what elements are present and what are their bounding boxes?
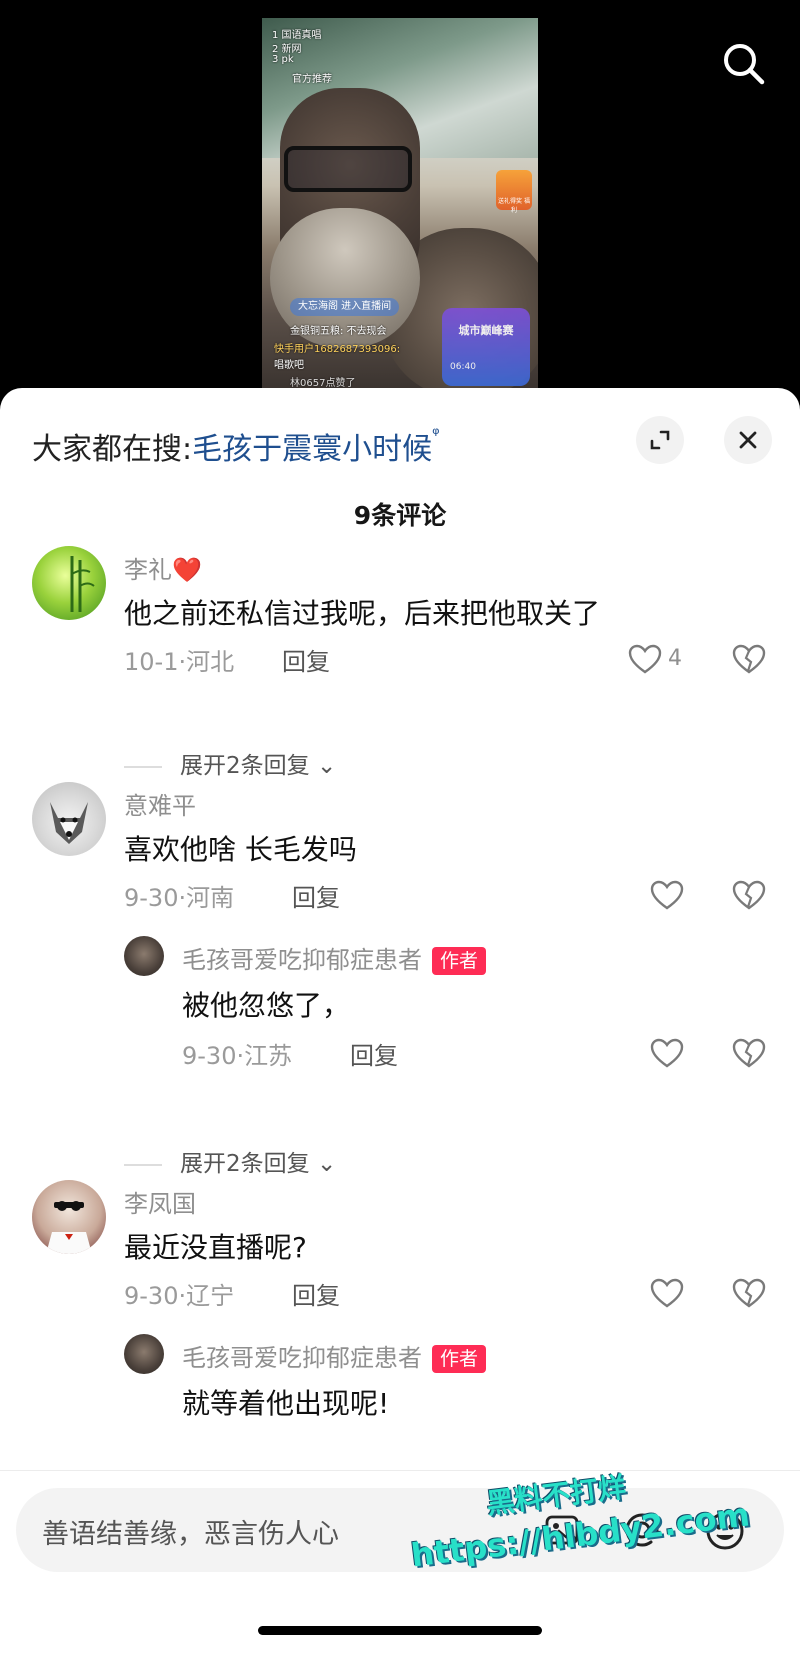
reply-avatar[interactable]: [124, 936, 164, 976]
avatar[interactable]: [32, 782, 106, 856]
divider-line: [124, 1163, 162, 1166]
avatar[interactable]: [32, 1180, 106, 1254]
author-badge: 作者: [432, 1345, 487, 1373]
chat-line-2-text: 唱歌吧: [274, 360, 304, 371]
live-video-thumbnail[interactable]: 1 国语真唱 2 新网 3 pk 官方推荐 送礼得奖 福利 大忘海阁 进入直播间…: [262, 18, 538, 390]
city-peak-time: 06:40: [450, 362, 476, 372]
overlay-line-2: 2 新网: [272, 44, 302, 55]
comment-date-location: 9-30·辽宁: [124, 1282, 235, 1310]
glasses: [284, 146, 412, 192]
search-suggestion[interactable]: 大家都在搜:毛孩于震寰小时候ᵠ: [32, 424, 440, 468]
like-count: 4: [668, 646, 682, 671]
reply-username[interactable]: 毛孩哥爱吃抑郁症患者 作者: [182, 940, 487, 975]
overlay-line-1: 1 国语真唱: [272, 30, 322, 41]
reply-date-location: 9-30·江苏: [182, 1042, 293, 1070]
reply-button[interactable]: 回复: [282, 642, 330, 677]
chat-line-1: 金银铜五粮: 不去现会: [290, 326, 387, 337]
top-bar: 大家都在搜:毛孩于震寰小时候ᵠ: [32, 416, 772, 467]
comment-count: 9条评论: [353, 501, 447, 530]
avatar[interactable]: [32, 546, 106, 620]
reply-button[interactable]: 回复: [292, 1276, 340, 1311]
reply-text: 就等着他出现呢!: [182, 1387, 390, 1420]
dislike-icon[interactable]: [732, 1038, 766, 1068]
reply-text: 被他忽悠了，: [182, 989, 351, 1022]
comment-username[interactable]: 意难平: [124, 786, 196, 821]
comment-sheet: 大家都在搜:毛孩于震寰小时候ᵠ 9条评论 李礼❤️ 他之前还私信过我呢，后来把他…: [0, 388, 800, 1654]
comment-text: 他之前还私信过我呢，后来把他取关了: [124, 597, 601, 630]
close-button[interactable]: [724, 416, 772, 464]
city-peak-badge: 城市巅峰赛 06:40: [442, 308, 530, 386]
author-badge: 作者: [432, 947, 487, 975]
enter-notice: 大忘海阁 进入直播间: [290, 298, 400, 316]
reply-button[interactable]: 回复: [292, 878, 340, 913]
chat-line-2-user: 快手用户1682687393096:: [274, 344, 401, 355]
expand-replies[interactable]: 展开2条回复 ⌄: [124, 746, 336, 780]
comment-username[interactable]: 李凤国: [124, 1184, 196, 1219]
overlay-line-3: 3 pk: [272, 54, 294, 65]
dislike-icon[interactable]: [732, 644, 766, 674]
gift-chest-badge: 送礼得奖 福利: [496, 170, 532, 214]
overlay-tag: 官方推荐: [292, 74, 332, 85]
reply-username-text: 毛孩哥爱吃抑郁症患者: [182, 946, 422, 974]
city-peak-label: 城市巅峰赛: [458, 324, 514, 337]
comment-date-location: 10-1·河北: [124, 648, 235, 676]
reply-username-text: 毛孩哥爱吃抑郁症患者: [182, 1344, 422, 1372]
home-indicator: [258, 1626, 542, 1635]
comment-username[interactable]: 李礼❤️: [124, 550, 202, 585]
search-small-icon: ᵠ: [432, 424, 440, 445]
video-area: 1 国语真唱 2 新网 3 pk 官方推荐 送礼得奖 福利 大忘海阁 进入直播间…: [0, 0, 800, 400]
like-icon[interactable]: [650, 1038, 684, 1068]
reply-avatar[interactable]: [124, 1334, 164, 1374]
comment-text: 最近没直播呢?: [124, 1231, 307, 1264]
reply-username[interactable]: 毛孩哥爱吃抑郁症患者 作者: [182, 1338, 487, 1373]
expand-replies-label: 展开2条回复: [180, 753, 310, 779]
divider-line: [124, 765, 162, 768]
chat-line-3: 林0657点赞了: [290, 378, 356, 389]
close-icon: [739, 431, 757, 449]
comment-text: 喜欢他啥 长毛发吗: [124, 833, 357, 866]
expand-button[interactable]: [636, 416, 684, 464]
expand-icon: [650, 430, 670, 450]
search-prefix: 大家都在搜:: [32, 432, 193, 467]
like-icon[interactable]: [628, 644, 662, 674]
comment-input-placeholder: 善语结善缘，恶言伤人心: [42, 1519, 339, 1550]
input-divider: [0, 1470, 800, 1471]
expand-replies[interactable]: 展开2条回复 ⌄: [124, 1144, 336, 1178]
comment-date-location: 9-30·河南: [124, 884, 235, 912]
reply-button[interactable]: 回复: [350, 1036, 398, 1071]
search-icon[interactable]: [716, 36, 772, 92]
dislike-icon[interactable]: [732, 1278, 766, 1308]
like-icon[interactable]: [650, 1278, 684, 1308]
search-keyword[interactable]: 毛孩于震寰小时候: [192, 432, 432, 467]
dislike-icon[interactable]: [732, 880, 766, 910]
like-icon[interactable]: [650, 880, 684, 910]
expand-replies-label: 展开2条回复: [180, 1151, 310, 1177]
gift-chest-label: 送礼得奖 福利: [498, 198, 530, 214]
